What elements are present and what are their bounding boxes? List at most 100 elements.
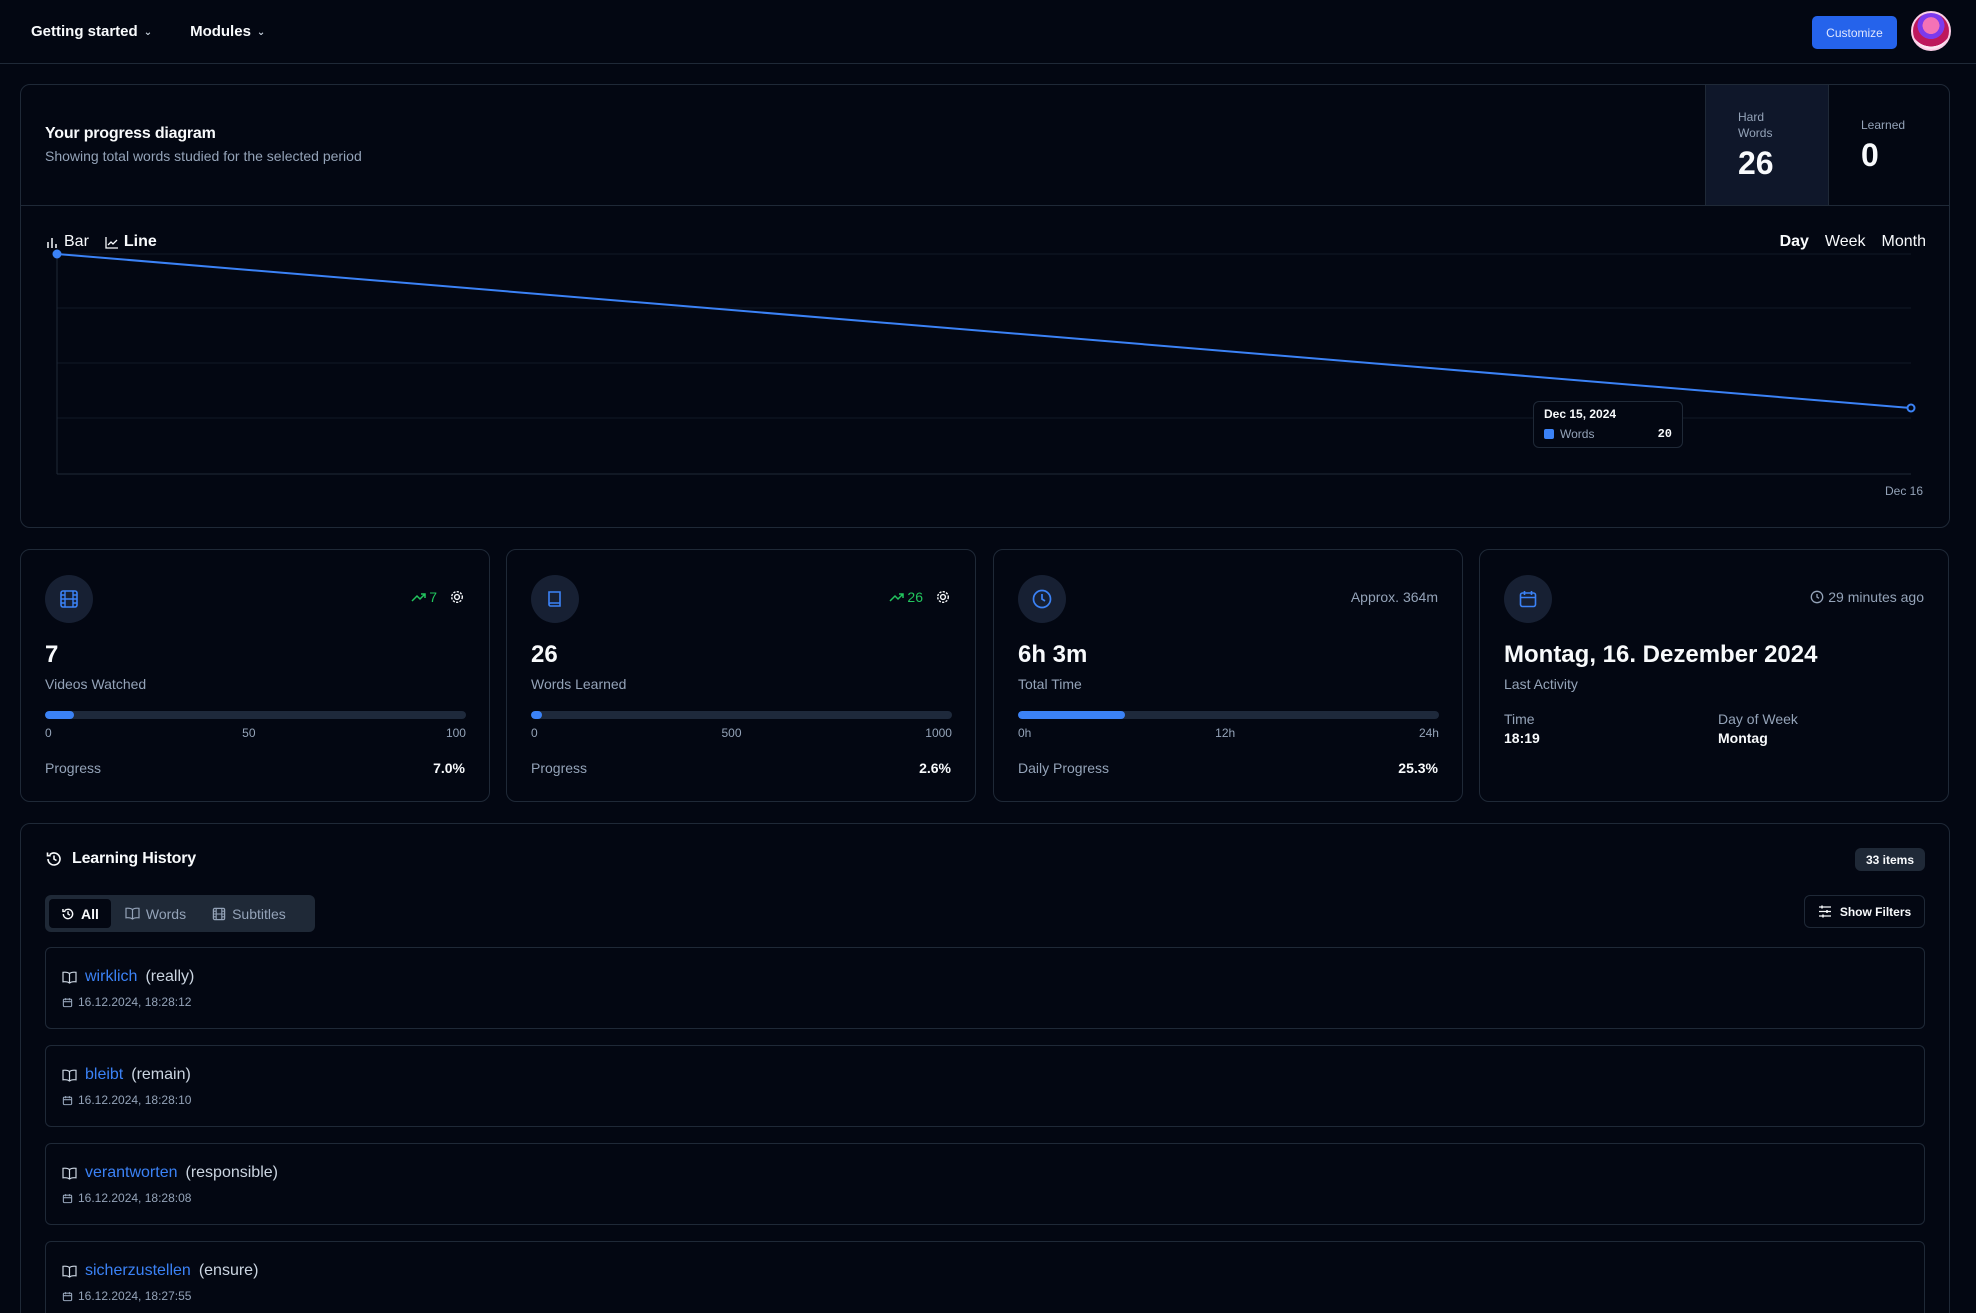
- history-date: 16.12.2024, 18:28:10: [62, 1093, 191, 1107]
- nav-modules[interactable]: Modules ⌄: [190, 23, 265, 40]
- chart-type-toggle: Bar Line: [46, 233, 157, 251]
- chart-type-bar[interactable]: Bar: [46, 233, 89, 251]
- history-word: verantworten (responsible): [62, 1164, 278, 1182]
- list-item[interactable]: sicherzustellen (ensure) 16.12.2024, 18:…: [45, 1241, 1925, 1313]
- words-tick: 0: [531, 726, 538, 740]
- videos-ticks: 0 50 100: [45, 726, 466, 740]
- time-foot-label: Daily Progress: [1018, 760, 1110, 776]
- history-word: sicherzustellen (ensure): [62, 1262, 258, 1280]
- videos-card-actions: 7: [411, 589, 465, 605]
- time-progress-fill: [1018, 711, 1125, 719]
- videos-trend-value: 7: [429, 589, 437, 605]
- time-footer: Daily Progress 25.3%: [1018, 760, 1438, 776]
- list-item[interactable]: bleibt (remain) 16.12.2024, 18:28:10: [45, 1045, 1925, 1127]
- calendar-icon: [62, 1291, 73, 1301]
- videos-tick: 50: [242, 726, 256, 740]
- history-date-text: 16.12.2024, 18:28:12: [78, 995, 192, 1009]
- tab-all-label: All: [81, 905, 99, 922]
- period-week[interactable]: Week: [1825, 233, 1866, 251]
- book-open-icon: [62, 971, 77, 984]
- film-icon: [45, 575, 93, 623]
- words-tick: 1000: [925, 726, 952, 740]
- history-date: 16.12.2024, 18:28:08: [62, 1191, 191, 1205]
- words-value: 26: [531, 641, 558, 668]
- tab-words[interactable]: Words: [113, 899, 198, 928]
- calendar-icon: [62, 997, 73, 1007]
- time-foot-value: 25.3%: [1398, 760, 1438, 776]
- history-word-link[interactable]: wirklich: [85, 968, 137, 986]
- gear-icon[interactable]: [449, 589, 465, 605]
- hard-words-label: Hard Words: [1738, 110, 1773, 140]
- clock-icon: [1810, 590, 1824, 604]
- period-month[interactable]: Month: [1882, 233, 1926, 251]
- calendar-icon: [62, 1193, 73, 1203]
- history-word: wirklich (really): [62, 968, 194, 986]
- book-open-icon: [62, 1069, 77, 1082]
- progress-diagram-header: Your progress diagram Showing total word…: [21, 85, 1949, 206]
- customize-button[interactable]: Customize: [1812, 16, 1897, 49]
- activity-date: Montag, 16. Dezember 2024: [1504, 641, 1818, 668]
- tab-words-label: Words: [145, 905, 187, 922]
- videos-progress-bar: [45, 711, 466, 719]
- activity-label: Last Activity: [1504, 676, 1578, 692]
- gear-icon[interactable]: [935, 589, 951, 605]
- history-word-link[interactable]: verantworten: [85, 1164, 178, 1182]
- videos-watched-card: 7 7 Videos Watched 0 50 100 Progress 7.0…: [20, 549, 490, 802]
- hard-words-stat[interactable]: Hard Words 26: [1705, 85, 1828, 205]
- tab-subtitles[interactable]: Subtitles: [200, 899, 298, 928]
- videos-footer: Progress 7.0%: [45, 760, 465, 776]
- book-open-icon: [125, 907, 140, 920]
- period-toggle: Day Week Month: [1780, 233, 1926, 251]
- time-card-info: Approx. 364m: [1351, 589, 1438, 605]
- history-date-text: 16.12.2024, 18:27:55: [78, 1289, 192, 1303]
- total-time-card: Approx. 364m 6h 3m Total Time 0h 12h 24h…: [993, 549, 1463, 802]
- line-chart-icon: [105, 236, 118, 249]
- time-progress-bar: [1018, 711, 1439, 719]
- chart-type-line[interactable]: Line: [105, 233, 157, 251]
- words-learned-card: 26 26 Words Learned 0 500 1000 Progress …: [506, 549, 976, 802]
- nav-getting-started[interactable]: Getting started ⌄: [31, 23, 152, 40]
- last-activity-card: 29 minutes ago Montag, 16. Dezember 2024…: [1479, 549, 1949, 802]
- history-translation: (remain): [131, 1066, 191, 1083]
- videos-trend: 7: [411, 589, 437, 605]
- activity-dow-label: Day of Week: [1718, 711, 1798, 727]
- period-day[interactable]: Day: [1780, 233, 1809, 251]
- activity-time-value: 18:19: [1504, 730, 1540, 746]
- tooltip-row: Words 20: [1544, 427, 1672, 441]
- videos-tick: 100: [445, 726, 466, 740]
- progress-subtitle: Showing total words studied for the sele…: [45, 148, 362, 164]
- videos-foot-label: Progress: [45, 760, 102, 776]
- trending-up-icon: [889, 593, 905, 602]
- book-open-icon: [62, 1265, 77, 1278]
- time-tick: 12h: [1215, 726, 1236, 740]
- list-item[interactable]: wirklich (really) 16.12.2024, 18:28:12: [45, 947, 1925, 1029]
- words-card-actions: 26: [889, 589, 951, 605]
- learned-label: Learned: [1861, 118, 1906, 132]
- history-word-link[interactable]: sicherzustellen: [85, 1262, 191, 1280]
- page-title: Your progress diagram: [45, 125, 216, 142]
- nav-getting-started-label: Getting started: [31, 23, 138, 40]
- videos-tick: 0: [45, 726, 52, 740]
- tab-all[interactable]: All: [49, 899, 111, 928]
- activity-details: Time Day of Week 18:19 Montag: [1504, 711, 1925, 746]
- avatar[interactable]: [1911, 11, 1951, 51]
- activity-ago: 29 minutes ago: [1810, 589, 1924, 605]
- time-value: 6h 3m: [1018, 641, 1088, 668]
- progress-diagram-card: Your progress diagram Showing total word…: [20, 84, 1950, 528]
- history-translation: (responsible): [185, 1164, 278, 1181]
- film-icon: [212, 907, 226, 920]
- calendar-icon: [62, 1095, 73, 1105]
- bar-chart-icon: [47, 237, 57, 248]
- list-item[interactable]: verantworten (responsible) 16.12.2024, 1…: [45, 1143, 1925, 1225]
- words-progress-bar: [531, 711, 952, 719]
- history-word: bleibt (remain): [62, 1066, 191, 1084]
- history-date: 16.12.2024, 18:27:55: [62, 1289, 191, 1303]
- history-word-link[interactable]: bleibt: [85, 1066, 123, 1084]
- words-trend: 26: [889, 589, 923, 605]
- show-filters-button[interactable]: Show Filters: [1804, 895, 1925, 928]
- words-foot-label: Progress: [531, 760, 588, 776]
- learned-stat[interactable]: Learned 0: [1828, 85, 1950, 205]
- words-label: Words Learned: [531, 676, 627, 692]
- words-ticks: 0 500 1000: [531, 726, 952, 740]
- clock-icon: [1018, 575, 1066, 623]
